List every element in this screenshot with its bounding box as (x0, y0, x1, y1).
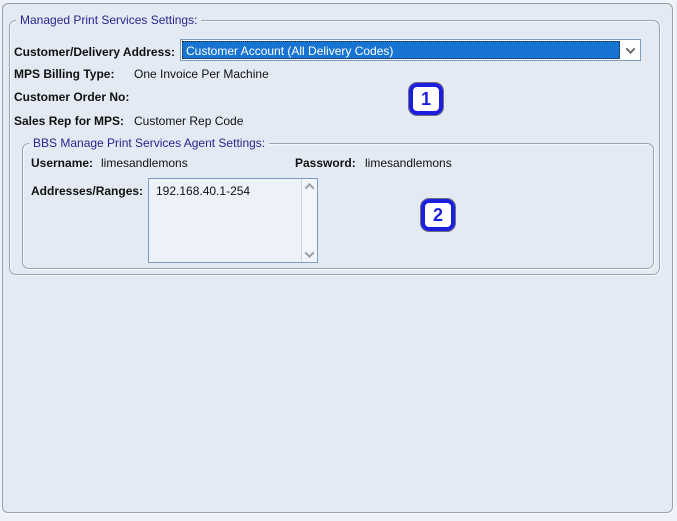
content-panel: Managed Print Services Settings: Custome… (2, 3, 673, 513)
combo-dropdown-button[interactable] (621, 40, 640, 60)
sales-rep-for-mps-label: Sales Rep for MPS: (14, 114, 125, 128)
mps-billing-type-value: One Invoice Per Machine (134, 67, 269, 81)
som-mark-1: 1 (408, 82, 444, 116)
group-bbs-agent-settings: BBS Manage Print Services Agent Settings… (22, 136, 654, 269)
group-title-managed-print-services: Managed Print Services Settings: (16, 13, 202, 27)
group-managed-print-services: Managed Print Services Settings: Custome… (9, 13, 660, 275)
addresses-ranges-textarea[interactable]: 192.168.40.1-254 (148, 178, 318, 263)
chevron-down-icon[interactable] (304, 248, 315, 259)
group-title-bbs-agent-settings: BBS Manage Print Services Agent Settings… (29, 136, 270, 150)
password-label: Password: (295, 156, 356, 170)
username-label: Username: (31, 156, 94, 170)
som-mark-2: 2 (420, 198, 456, 232)
settings-screen: Managed Print Services Settings: Custome… (0, 0, 677, 521)
chevron-up-icon[interactable] (304, 182, 315, 193)
customer-order-no-label: Customer Order No: (14, 90, 130, 104)
mps-billing-type-label: MPS Billing Type: (14, 67, 115, 81)
addresses-ranges-text[interactable]: 192.168.40.1-254 (149, 179, 301, 262)
customer-delivery-address-select[interactable]: Customer Account (All Delivery Codes) (180, 39, 641, 61)
addresses-ranges-label: Addresses/Ranges: (31, 184, 144, 198)
textarea-scrollbar[interactable] (301, 179, 317, 262)
password-value: limesandlemons (365, 156, 452, 170)
username-value: limesandlemons (101, 156, 188, 170)
chevron-down-icon (625, 43, 636, 54)
customer-delivery-address-label: Customer/Delivery Address: (14, 45, 175, 59)
sales-rep-for-mps-value: Customer Rep Code (134, 114, 244, 128)
customer-delivery-address-selected-value[interactable]: Customer Account (All Delivery Codes) (182, 41, 620, 59)
